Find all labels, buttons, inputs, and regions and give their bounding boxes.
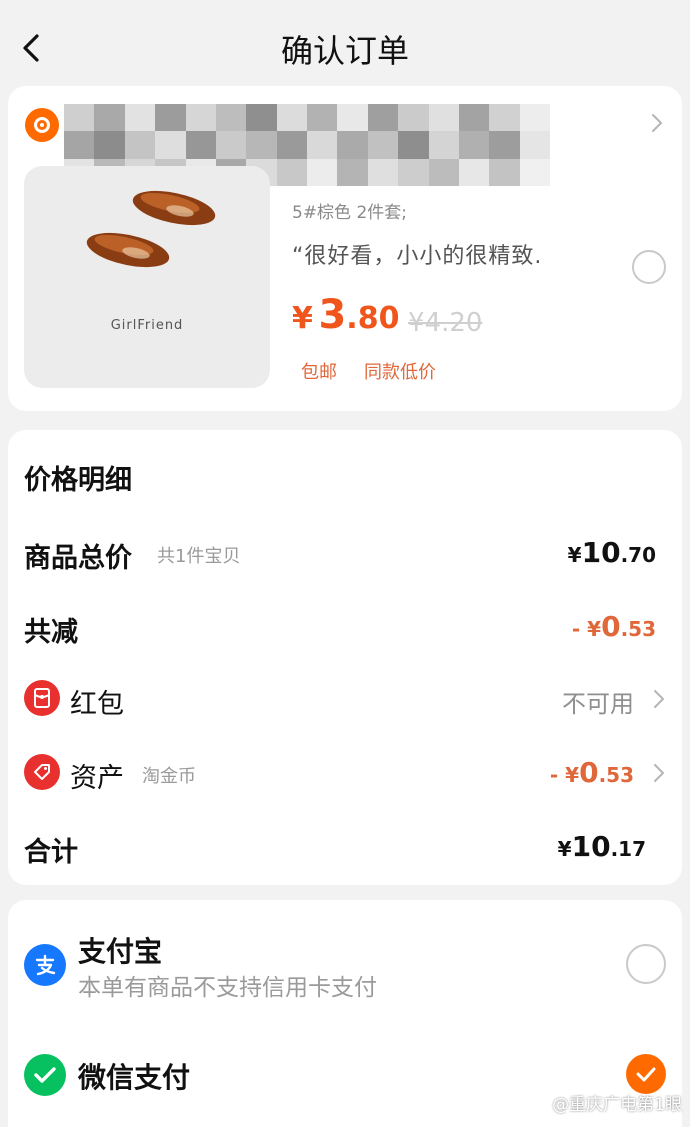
price-dec: .80 [346, 301, 400, 336]
discount-value: - ¥0.53 [571, 610, 656, 643]
sum-label: 合计 [24, 837, 78, 868]
order-item-card: GirlFriend 5#棕色 2件套; “很好看，小小的很精致. ¥ 3.80… [8, 86, 682, 411]
product-price: ¥ 3.80 [292, 292, 399, 338]
price-detail-card: 价格明细 商品总价 共1件宝贝 ¥10.70 共减 - ¥0.53 红包 不可用… [8, 430, 682, 885]
red-packet-row[interactable]: 红包 不可用 [24, 674, 666, 722]
red-packet-chevron [652, 688, 666, 714]
total-price-value: ¥10.70 [567, 536, 656, 569]
address-chevron[interactable] [650, 112, 664, 138]
alipay-radio[interactable] [626, 944, 666, 984]
assets-chevron [652, 762, 666, 788]
payment-option-alipay[interactable]: 支付宝 本单有商品不支持信用卡支付 [24, 928, 666, 1008]
tag-low-price: 同款低价 [364, 362, 436, 383]
assets-value: - ¥0.53 [549, 756, 634, 789]
location-pin-icon [25, 108, 59, 142]
discount-row: 共减 - ¥0.53 [24, 602, 666, 650]
assets-row[interactable]: 资产 淘金币 - ¥0.53 [24, 748, 666, 796]
tag-free-shipping: 包邮 [301, 362, 337, 383]
product-image[interactable]: GirlFriend [24, 166, 270, 388]
alipay-name: 支付宝 [78, 935, 163, 968]
chevron-right-icon [654, 764, 664, 782]
chevron-right-icon [654, 690, 664, 708]
price-detail-title: 价格明细 [24, 465, 132, 496]
sum-row: 合计 ¥10.17 [24, 822, 666, 870]
wechat-pay-icon [24, 1054, 66, 1096]
total-count: 共1件宝贝 [157, 546, 241, 567]
sum-value: ¥10.17 [557, 830, 646, 863]
product-image-brand: GirlFriend [110, 318, 184, 333]
product-sku: 5#棕色 2件套; [292, 203, 408, 223]
price-currency: ¥ [292, 301, 313, 336]
red-packet-status: 不可用 [562, 690, 634, 718]
assets-sub: 淘金币 [142, 766, 196, 787]
total-price-label: 商品总价 [24, 543, 132, 574]
total-price-row: 商品总价 共1件宝贝 ¥10.70 [24, 528, 666, 576]
wechat-name: 微信支付 [78, 1061, 191, 1094]
hair-clip-image [86, 190, 216, 268]
red-packet-label: 红包 [70, 689, 124, 720]
item-select-radio[interactable] [632, 250, 666, 284]
red-packet-icon [24, 680, 60, 716]
price-int: 3 [318, 292, 347, 338]
discount-label: 共减 [24, 617, 78, 648]
coin-tag-icon [24, 754, 60, 790]
checkmark-icon [636, 1067, 656, 1082]
assets-label: 资产 [70, 763, 124, 794]
wechat-radio-checked[interactable] [626, 1054, 666, 1094]
alipay-icon [24, 944, 66, 986]
product-review: “很好看，小小的很精致. [292, 244, 543, 269]
watermark: @重庆广电第1眼 [552, 1095, 682, 1115]
chevron-right-icon [652, 114, 662, 132]
original-price: ¥4.20 [408, 308, 483, 338]
page-title: 确认订单 [280, 32, 409, 70]
alipay-note: 本单有商品不支持信用卡支付 [78, 975, 377, 1001]
top-bar: 确认订单 [0, 0, 690, 92]
